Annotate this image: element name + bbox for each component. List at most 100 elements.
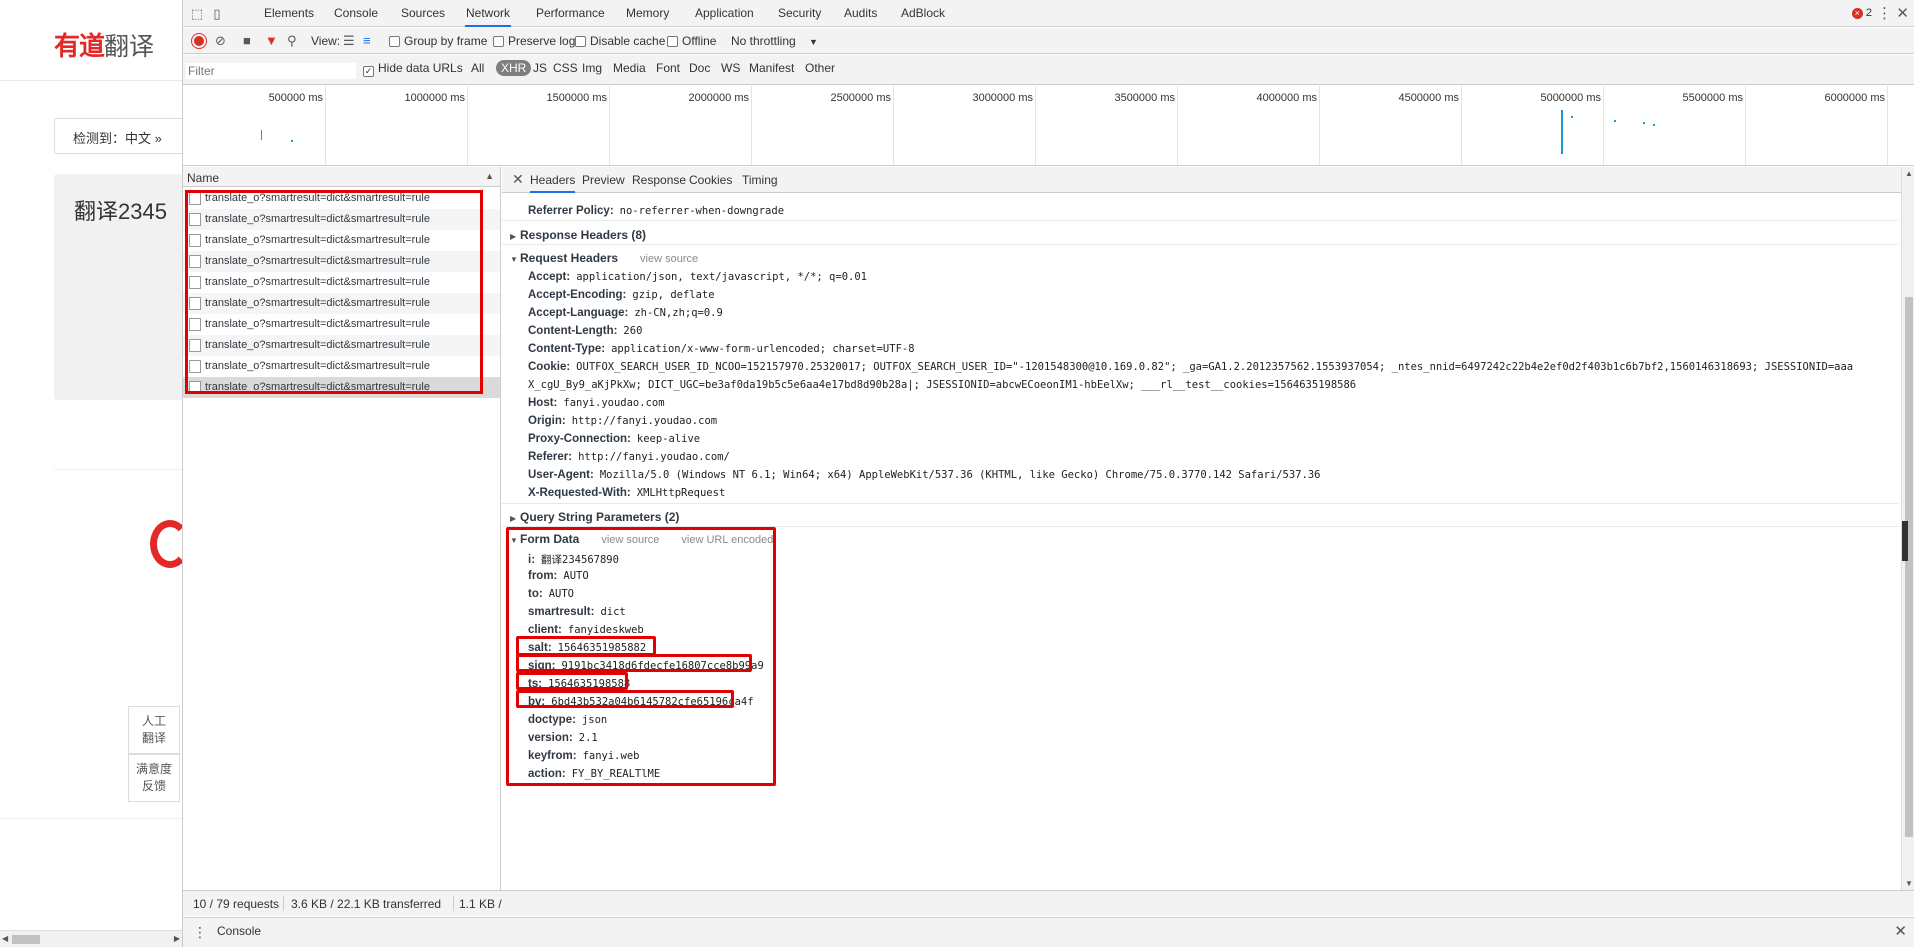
filter-type-all[interactable]: All [471,61,484,75]
details-vertical-scrollbar[interactable]: ▲ ▼ [1901,167,1914,890]
tab-headers[interactable]: Headers [530,173,576,193]
screenshot-capture-icon[interactable]: ■ [243,33,251,49]
timeline-label: 3000000 ms [972,92,1033,104]
clear-icon[interactable]: ⊘ [215,33,226,49]
timeline-gridline [1177,86,1178,165]
filter-type-media[interactable]: Media [613,61,646,75]
tab-application[interactable]: Application [694,0,755,27]
filter-type-doc[interactable]: Doc [689,61,710,75]
tab-sources[interactable]: Sources [400,0,446,27]
transferred-size: 3.6 KB / 22.1 KB transferred [291,897,442,911]
drawer-menu-icon[interactable]: ⋮ [193,924,207,941]
tab-cookies[interactable]: Cookies [689,173,732,187]
request-list-highlight-box [185,190,483,394]
disable-cache-checkbox[interactable]: Disable cache [575,34,665,48]
more-options-icon[interactable]: ⋮ [1877,4,1892,22]
header-key: Accept-Encoding: [528,289,627,301]
large-rows-icon[interactable]: ☰ [343,33,355,49]
scroll-position-marker [1902,521,1908,561]
scroll-left-arrow-icon[interactable]: ◀ [2,934,8,943]
scroll-down-arrow-icon[interactable]: ▼ [1905,879,1913,888]
request-header-row: Accept-Encoding: gzip, deflate [528,289,715,301]
throttling-value: No throttling [731,34,796,48]
chevron-down-icon: ▼ [809,37,818,47]
youdao-logo[interactable]: 有道翻译 [54,26,154,63]
tab-performance[interactable]: Performance [535,0,606,27]
search-icon[interactable]: ⚲ [287,33,297,49]
view-source-link[interactable]: view source [640,253,698,265]
language-detect-dropdown[interactable]: 检测到：中文 » [54,118,182,154]
request-headers-section[interactable]: ▼ Request Headers view source [510,251,698,265]
filter-type-manifest[interactable]: Manifest [749,61,794,75]
timeline-label: 1000000 ms [404,92,465,104]
network-overview-timeline[interactable]: 500000 ms 1000000 ms 1500000 ms 2000000 … [183,86,1914,166]
scrollbar-thumb[interactable] [1905,297,1913,837]
tab-elements[interactable]: Elements [263,0,315,27]
hide-data-urls-checkbox[interactable]: ✓ Hide data URLs [363,61,463,77]
tab-preview[interactable]: Preview [582,173,625,187]
header-key: Content-Length: [528,325,618,337]
human-translation-button[interactable]: 人工 翻译 [128,706,180,754]
close-drawer-icon[interactable]: ✕ [1894,922,1907,940]
drawer-tab-console[interactable]: Console [217,924,261,938]
throttling-dropdown[interactable]: No throttling ▼ [731,34,818,48]
tab-security[interactable]: Security [777,0,822,27]
timeline-request-mark [1614,120,1616,122]
filter-input[interactable] [186,63,356,79]
timeline-gridline [1887,86,1888,165]
filter-type-img[interactable]: Img [582,61,602,75]
summary-divider [283,896,284,911]
filter-type-xhr[interactable]: XHR [496,60,532,76]
page-horizontal-scrollbar[interactable]: ◀ ▶ [0,930,182,947]
tab-response[interactable]: Response [632,173,686,187]
feedback-button[interactable]: 满意度 反馈 [128,754,180,802]
header-value: X_cgU_By9_aKjPkXw; DICT_UGC=be3af0da19b5… [528,379,1357,391]
timeline-request-mark [1643,122,1645,124]
preserve-log-checkbox[interactable]: Preserve log [493,34,575,48]
filter-type-ws[interactable]: WS [721,61,740,75]
offline-checkbox[interactable]: Offline [667,34,716,48]
filter-type-css[interactable]: CSS [553,61,578,75]
checkbox-icon [389,36,400,47]
close-details-icon[interactable]: ✕ [512,171,524,188]
filter-type-font[interactable]: Font [656,61,680,75]
checkbox-label: Preserve log [508,34,576,48]
tab-timing[interactable]: Timing [742,173,778,187]
checkbox-icon [575,36,586,47]
timeline-label: 6000000 ms [1824,92,1885,104]
close-devtools-icon[interactable]: ✕ [1896,4,1909,22]
header-key: Referrer Policy: [528,205,614,217]
headers-content: Referrer Policy: no-referrer-when-downgra… [502,194,1898,888]
request-header-row: Cookie: OUTFOX_SEARCH_USER_ID_NCOO=152157… [528,361,1853,373]
loading-spinner-icon [150,520,182,568]
name-column-header[interactable]: Name ▲ [183,167,500,187]
filter-funnel-icon[interactable]: ▼ [265,33,278,49]
record-icon[interactable] [192,34,206,48]
error-count: 2 [1865,7,1872,19]
error-count-badge[interactable]: × 2 [1851,7,1872,19]
query-string-section[interactable]: ▶ Query String Parameters (2) [510,510,679,524]
ts-highlight-box [516,672,628,690]
waterfall-overview-icon[interactable]: ≡ [363,33,371,49]
scroll-right-arrow-icon[interactable]: ▶ [174,934,180,943]
header-key: Host: [528,397,558,409]
inspect-element-icon[interactable]: ⬚ [189,6,205,22]
salt-highlight-box [516,636,656,656]
device-toolbar-icon[interactable]: ▯ [209,6,225,22]
tab-adblock[interactable]: AdBlock [900,0,946,27]
tab-memory[interactable]: Memory [625,0,670,27]
header-value: no-referrer-when-downgrade [619,205,785,217]
source-text-area[interactable]: 翻译2345 [54,174,182,400]
tab-network[interactable]: Network [465,0,512,27]
group-by-frame-checkbox[interactable]: Group by frame [389,34,487,48]
response-headers-section[interactable]: ▶ Response Headers (8) [510,228,646,242]
filter-bar: ✓ Hide data URLs All XHR JS CSS Img Media… [183,55,1914,85]
filter-type-other[interactable]: Other [805,61,835,75]
filter-type-js[interactable]: JS [533,61,547,75]
resource-size: 1.1 KB / [459,897,502,911]
tab-console[interactable]: Console [333,0,379,27]
scrollbar-thumb[interactable] [12,935,40,944]
button-line: 人工 [141,714,166,728]
tab-audits[interactable]: Audits [843,0,878,27]
scroll-up-arrow-icon[interactable]: ▲ [1905,169,1913,178]
